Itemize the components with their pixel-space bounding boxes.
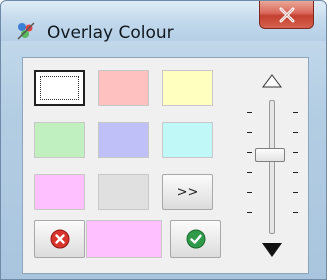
- colour-preview: [86, 220, 162, 258]
- swatch-yellow[interactable]: [162, 70, 213, 106]
- green-check-icon: [186, 229, 205, 249]
- close-icon: [279, 7, 294, 22]
- swatch-grey[interactable]: [98, 174, 149, 210]
- window-title: Overlay Colour: [47, 23, 174, 43]
- swatch-lavender[interactable]: [98, 122, 149, 158]
- tick-mark: [247, 172, 252, 173]
- slider-track[interactable]: [269, 100, 275, 234]
- tick-mark: [247, 212, 252, 213]
- client-area: >>: [22, 57, 309, 274]
- red-cross-icon: [50, 229, 69, 249]
- tick-mark: [247, 192, 252, 193]
- swatch-green[interactable]: [34, 122, 85, 158]
- swatch-pink[interactable]: [98, 70, 149, 106]
- swatch-white[interactable]: [34, 70, 85, 106]
- swatch-magenta[interactable]: [34, 174, 85, 210]
- tick-mark: [247, 112, 252, 113]
- tick-mark: [293, 192, 298, 193]
- opacity-slider[interactable]: [243, 66, 303, 266]
- filled-down-triangle-icon[interactable]: [261, 242, 283, 258]
- title-bar[interactable]: Overlay Colour: [1, 1, 326, 43]
- tick-mark: [293, 132, 298, 133]
- tick-mark: [293, 152, 298, 153]
- ok-button[interactable]: [170, 220, 221, 258]
- swatch-cyan[interactable]: [162, 122, 213, 158]
- tick-mark: [293, 112, 298, 113]
- tick-mark: [247, 152, 252, 153]
- more-colours-button[interactable]: >>: [162, 174, 213, 210]
- tick-mark: [293, 172, 298, 173]
- tick-mark: [247, 132, 252, 133]
- slider-thumb[interactable]: [255, 148, 285, 162]
- outline-up-triangle-icon[interactable]: [262, 74, 282, 88]
- overlay-colour-window: Overlay Colour >>: [0, 0, 327, 280]
- app-icon: [15, 20, 37, 42]
- close-button[interactable]: [259, 1, 314, 29]
- tick-mark: [293, 212, 298, 213]
- cancel-button[interactable]: [34, 220, 85, 258]
